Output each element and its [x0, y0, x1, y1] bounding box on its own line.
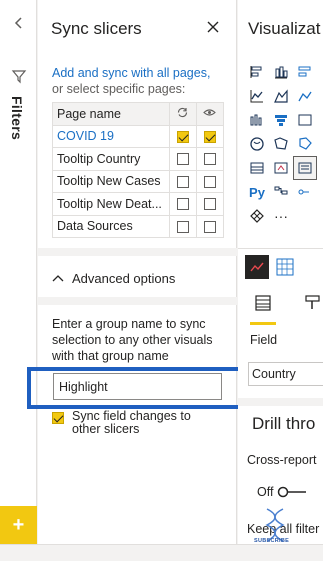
sync-description: Add and sync with all pages, or select s…	[52, 65, 232, 97]
eye-icon	[203, 109, 217, 116]
waterfall-icon[interactable]	[293, 108, 317, 132]
visible-checkbox[interactable]	[203, 220, 216, 233]
header-visible	[195, 102, 225, 126]
sync-checkbox[interactable]	[176, 130, 189, 143]
sync-checkbox[interactable]	[176, 198, 189, 211]
select-pages-text: or select specific pages:	[52, 82, 186, 96]
page-name-cell: Tooltip New Deat...	[52, 192, 170, 216]
viz-tabs	[248, 293, 323, 325]
shape-map-icon[interactable]	[293, 132, 317, 156]
gauge-icon[interactable]	[317, 156, 323, 180]
advanced-options-toggle[interactable]: Advanced options	[52, 268, 175, 288]
section-divider	[38, 248, 237, 256]
close-icon[interactable]	[206, 20, 220, 34]
section-divider	[38, 297, 237, 305]
status-bar	[0, 544, 323, 561]
chevron-left-icon[interactable]	[12, 16, 26, 30]
ribbon-chart-icon[interactable]	[245, 108, 269, 132]
line-chart-icon[interactable]	[245, 84, 269, 108]
visible-checkbox[interactable]	[203, 198, 216, 211]
area-chart-icon[interactable]	[269, 84, 293, 108]
table-row: Data Sources	[52, 214, 225, 238]
cross-report-label: Cross-report	[247, 453, 317, 467]
add-sync-all-link[interactable]: Add and sync with all pages,	[52, 66, 210, 80]
visible-checkbox[interactable]	[203, 175, 216, 188]
clustered-bar-icon[interactable]	[293, 60, 317, 84]
table-icon[interactable]	[245, 156, 269, 180]
field-label: Field	[250, 333, 278, 347]
custom-line-icon[interactable]	[245, 255, 269, 279]
table-row: COVID 19	[52, 124, 225, 148]
key-influencers-icon[interactable]	[293, 180, 317, 204]
group-name-description: Enter a group name to sync selection to …	[52, 317, 213, 363]
section-divider	[238, 398, 323, 406]
header-sync	[168, 102, 197, 126]
table-row: Tooltip New Cases	[52, 169, 225, 193]
header-page-name: Page name	[52, 102, 170, 126]
decomposition-icon[interactable]	[269, 180, 293, 204]
toggle-switch-icon	[278, 486, 307, 498]
custom-visuals-row	[245, 255, 297, 279]
more-icon[interactable]: ···	[269, 204, 293, 228]
plus-icon: +	[12, 514, 25, 536]
sync-field-checkbox[interactable]	[52, 412, 64, 424]
page-name-cell: Tooltip Country	[52, 147, 170, 171]
diamond-icon[interactable]	[245, 204, 269, 228]
tab-format[interactable]	[298, 293, 323, 325]
page-name-cell: Tooltip New Cases	[52, 169, 170, 193]
funnel-icon[interactable]	[269, 108, 293, 132]
field-well[interactable]: Country	[248, 362, 323, 386]
visible-checkbox[interactable]	[203, 153, 216, 166]
globe-map-icon[interactable]	[245, 132, 269, 156]
filled-map-icon[interactable]	[269, 132, 293, 156]
sync-checkbox[interactable]	[176, 175, 189, 188]
sync-checkbox[interactable]	[176, 153, 189, 166]
advanced-options-label: Advanced options	[72, 270, 176, 286]
cross-report-toggle[interactable]: Off	[257, 485, 307, 499]
stacked-area-icon[interactable]	[293, 84, 317, 108]
fields-tab-icon	[255, 295, 271, 311]
format-paint-icon	[305, 295, 320, 309]
pie-icon[interactable]	[317, 132, 323, 156]
sync-slicers-pane: Sync slicers Add and sync with all pages…	[38, 0, 237, 544]
stacked-column-icon[interactable]	[269, 60, 293, 84]
visible-checkbox[interactable]	[203, 130, 216, 143]
visualizations-pane: Visualizat Py ··· Field Country Drill th…	[238, 0, 323, 544]
line-column-icon[interactable]	[317, 84, 323, 108]
keep-filters-label: Keep all filter	[247, 522, 320, 536]
kpi-icon[interactable]	[269, 156, 293, 180]
tab-fields[interactable]	[248, 293, 278, 325]
python-icon[interactable]: Py	[245, 180, 269, 204]
filter-icon	[11, 70, 27, 84]
section-divider	[238, 248, 323, 249]
table-row: Tooltip New Deat...	[52, 192, 225, 216]
more-label: ···	[274, 208, 288, 224]
toggle-label: Off	[257, 485, 274, 499]
pages-table: Page name COVID 19 Tooltip Country Toolt…	[52, 102, 225, 238]
python-label: Py	[249, 184, 265, 200]
group-name-input[interactable]	[53, 373, 222, 400]
sync-field-label: Sync field changes to other slicers	[72, 409, 191, 436]
sync-checkbox[interactable]	[176, 220, 189, 233]
add-button[interactable]: +	[0, 506, 37, 544]
sync-field-changes-option[interactable]: Sync field changes to other slicers	[52, 410, 192, 436]
filters-pane-collapsed: Filters +	[0, 0, 37, 544]
slicer-icon[interactable]	[293, 156, 317, 180]
card-icon[interactable]	[317, 180, 323, 204]
chevron-up-icon	[52, 275, 64, 282]
visual-gallery: Py ···	[245, 60, 323, 228]
clustered-column-icon[interactable]	[317, 60, 323, 84]
page-name-cell: Data Sources	[52, 214, 170, 238]
drill-through-title: Drill thro	[252, 414, 316, 433]
scatter-icon[interactable]	[317, 108, 323, 132]
page-name-cell: COVID 19	[52, 124, 170, 148]
stacked-bar-icon[interactable]	[245, 60, 269, 84]
table-row: Tooltip Country	[52, 147, 225, 171]
sync-icon	[178, 107, 188, 117]
table-header: Page name	[52, 102, 225, 126]
pane-title: Visualizat	[248, 19, 321, 38]
custom-matrix-icon[interactable]	[273, 255, 297, 279]
pane-title: Sync slicers	[51, 19, 142, 38]
filters-label[interactable]: Filters	[9, 96, 25, 140]
